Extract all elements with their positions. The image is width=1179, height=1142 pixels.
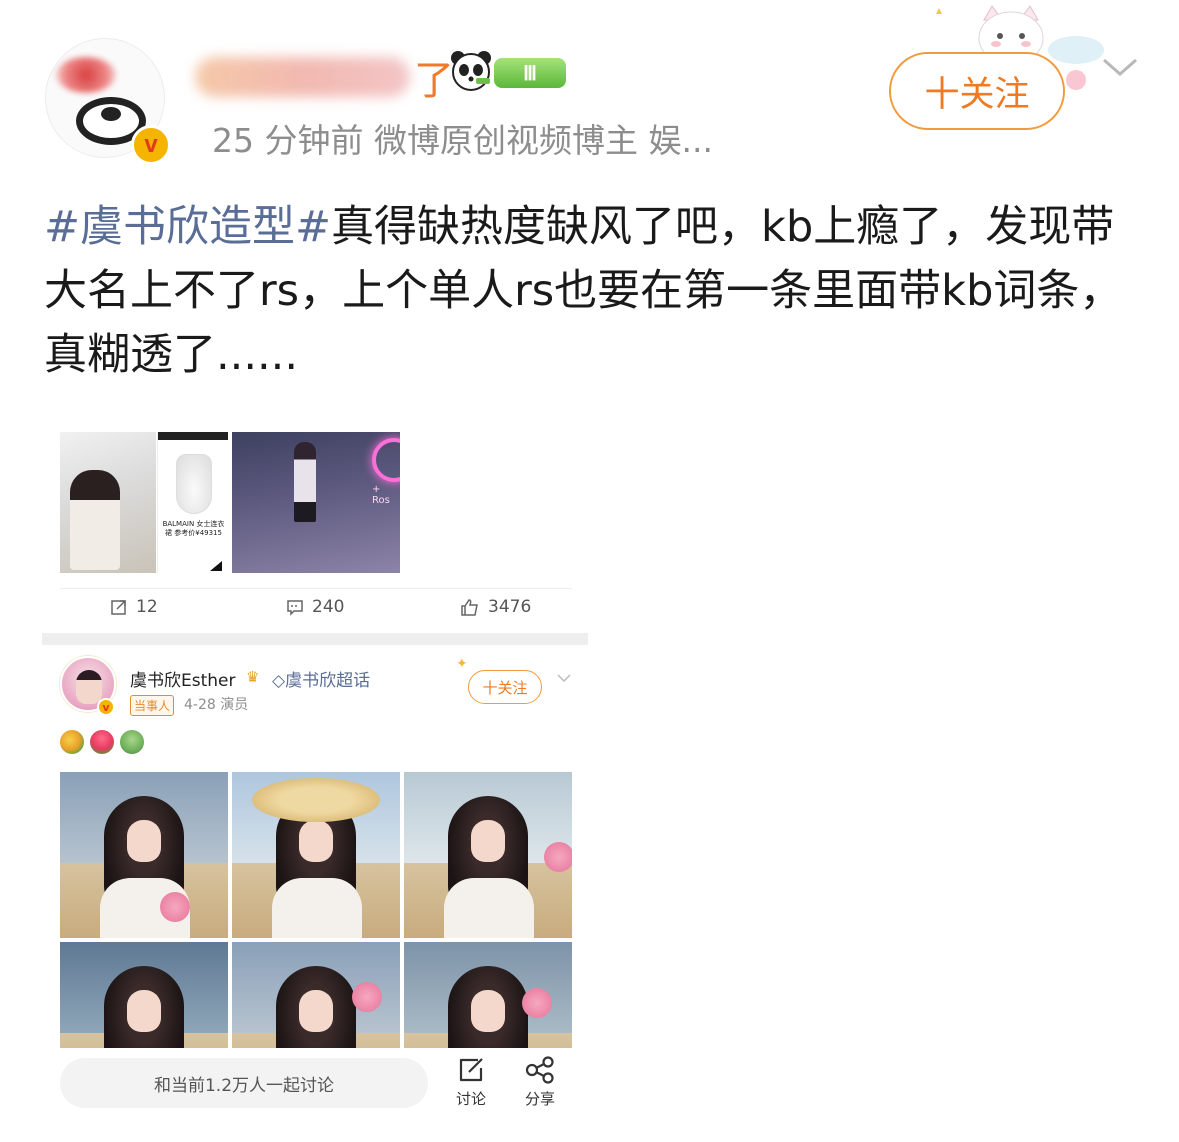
like-icon [461,599,478,616]
panda-icon [451,51,491,91]
photo-caption: BALMAIN 女士连衣裙 参考价¥49315 [162,520,225,537]
v-verified-icon: v [131,125,171,165]
avatar-decor [56,57,116,93]
emoji-row [60,730,144,754]
bouquet-emoji-icon [60,730,84,754]
chevron-down-icon[interactable] [1100,52,1140,82]
follow-button[interactable]: 十关注 [468,670,542,704]
repost-icon [111,600,126,615]
post-meta: 25 分钟前 微博原创视频博主 娱... [212,121,713,160]
discuss-button[interactable]: 讨论 [456,1056,486,1109]
embedded-photo[interactable]: BALMAIN 女士连衣裙 参考价¥49315 [157,432,228,573]
repost-action[interactable]: 12 [110,597,158,617]
sparkle-icon: ✦ [456,656,468,672]
avatar-decor [101,107,121,121]
grid-photo[interactable] [232,772,400,938]
post-text: #虞书欣造型#真得缺热度缺风了吧，kb上瘾了，发现带大名上不了rs，上个单人rs… [44,195,1144,387]
grid-photo[interactable] [60,942,228,1048]
comment-input[interactable]: 和当前1.2万人一起讨论 [60,1058,428,1108]
grid-photo[interactable] [404,772,572,938]
author-name[interactable]: 虞书欣Esther [130,666,236,691]
comment-icon [287,600,303,616]
role-tag: 当事人 [130,695,175,716]
share-button[interactable]: 分享 [524,1056,556,1109]
comment-action[interactable]: 240 [286,597,344,617]
chevron-down-icon[interactable] [556,672,572,684]
level-badge: Ⅲ [494,58,566,88]
username[interactable]: 了 [195,52,454,104]
discuss-label: 讨论 [456,1090,487,1108]
v-verified-icon: v [97,698,115,716]
photo-grid [60,772,572,1048]
tulip-emoji-icon [90,730,114,754]
username-redacted [195,57,410,97]
grid-photo[interactable] [60,772,228,938]
edit-icon [459,1058,483,1082]
embedded-photo[interactable] [60,432,156,573]
neon-sign-text: + Ros [372,484,390,506]
share-label: 分享 [524,1090,555,1108]
grid-photo[interactable] [232,942,400,1048]
like-action[interactable]: 3476 [460,597,531,617]
topic-link[interactable]: #虞书欣造型# [44,202,331,252]
share-icon [525,1056,554,1084]
follow-button[interactable]: 十关注 [889,52,1065,130]
grid-photo[interactable] [404,942,572,1048]
divider [42,633,588,645]
post-meta: 4-28 演员 [184,697,249,713]
embedded-photo[interactable]: + Ros [232,432,400,573]
crown-icon: ♛ [246,668,260,686]
embedded-action-bar: 12 240 3476 [60,588,572,632]
supertopic-link[interactable]: ◇虞书欣超话 [272,666,370,691]
plant-emoji-icon [120,730,144,754]
